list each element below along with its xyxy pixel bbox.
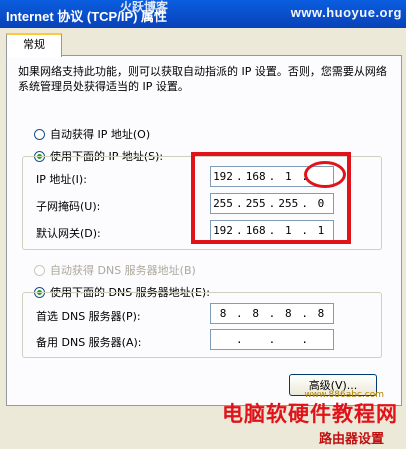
footer-watermark: www.886abc.com 电脑软硬件教程网 路由器设置 — [222, 390, 398, 447]
tab-general[interactable]: 常规 — [6, 33, 62, 57]
radio-indicator — [34, 264, 45, 276]
subnet-mask-label: 子网掩码(U): — [36, 200, 101, 213]
preferred-dns-input[interactable]: 8. 8. 8. 8 — [210, 303, 334, 324]
octet: 8 — [252, 307, 259, 320]
footer-watermark-title: 电脑软硬件教程网 — [222, 403, 398, 426]
alternate-dns-input[interactable]: . . . — [210, 329, 334, 350]
default-gateway-label: 默认网关(D): — [36, 227, 101, 240]
octet: 8 — [285, 307, 292, 320]
watermark-url: www.huoyue.org — [290, 5, 402, 20]
radio-auto-dns-label: 自动获得 DNS 服务器地址(B) — [50, 264, 196, 277]
footer-watermark-subtitle: 路由器设置 — [318, 432, 384, 447]
description-text: 如果网络支持此功能，则可以获取自动指派的 IP 设置。否则，您需要从网络系统管理… — [18, 65, 387, 93]
annotation-red-circle — [304, 161, 346, 188]
radio-auto-dns[interactable]: 自动获得 DNS 服务器地址(B) — [34, 262, 196, 278]
radio-indicator — [34, 128, 45, 140]
alternate-dns-label: 备用 DNS 服务器(A): — [36, 336, 142, 349]
preferred-dns-label: 首选 DNS 服务器(P): — [36, 310, 141, 323]
radio-auto-ip-label: 自动获得 IP 地址(O) — [50, 128, 151, 141]
footer-watermark-url: www.886abc.com — [304, 390, 384, 400]
octet: 8 — [317, 307, 325, 320]
radio-auto-ip[interactable]: 自动获得 IP 地址(O) — [34, 126, 150, 142]
watermark-blog-name: 火跃博客 — [120, 0, 169, 14]
title-bar: Internet 协议 (TCP/IP) 属性 火跃博客 www.huoyue.… — [0, 0, 406, 28]
ip-address-label: IP 地址(I): — [36, 173, 87, 186]
octet: 8 — [219, 307, 227, 320]
